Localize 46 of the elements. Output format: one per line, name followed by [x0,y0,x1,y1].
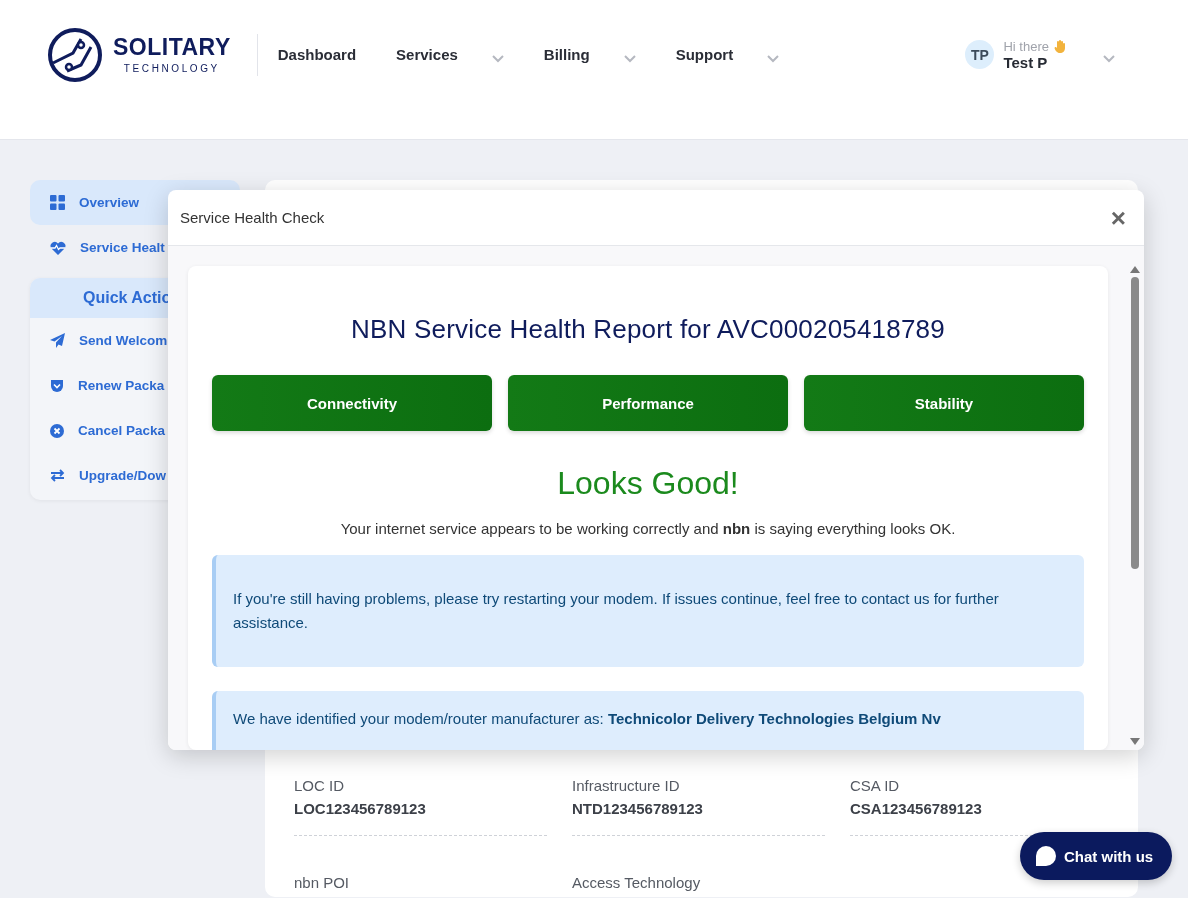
paper-plane-icon [50,333,65,348]
field-label: Access Technology [572,874,702,891]
verdict-heading: Looks Good! [557,465,739,502]
scrollbar-thumb[interactable] [1131,277,1139,569]
chat-button[interactable]: Chat with us [1020,832,1173,880]
chevron-down-icon [623,54,636,63]
nav-link[interactable]: Support [675,46,780,63]
close-button[interactable]: × [1108,204,1128,231]
nav-link[interactable]: Services [396,46,504,63]
summary-text: Your internet service appears to be working correctly and nbn is saying everything looks OK. [340,520,956,537]
user-avatar[interactable]: TP [965,40,995,69]
nav-link[interactable]: Dashboard [277,46,357,63]
swap-arrows-icon [50,469,65,482]
brand-tagline: TECHNOLOGY [123,62,220,74]
quick-action-item[interactable]: Upgrade/Dow [30,453,240,498]
info-alert: If you're still having problems, please try restarting your modem. If issues continue, feel free to contact us for further assistance. [212,555,1084,667]
chevron-down-icon[interactable] [1103,54,1115,63]
heart-pulse-icon [50,240,66,255]
field-label: Infrastructure ID [572,777,681,794]
globe-circuit-logo-icon [47,26,103,83]
chevron-down-icon [767,54,780,63]
field-value: NTD123456789123 [572,800,704,817]
sidebar-item[interactable]: Service Healt [30,225,240,270]
report-title: NBN Service Health Report for AVC000205418789 [351,314,945,345]
brand-name: SOLITARY [113,35,231,59]
scroll-down-icon [1130,738,1140,745]
field-label: nbn POI [294,874,351,891]
nav-link[interactable]: Billing [543,46,636,63]
grid-icon [50,195,65,210]
field-label: CSA ID [850,777,901,794]
check-status-tile: Performance [508,375,788,431]
check-status-tile: Stability [804,375,1084,431]
field-label: LOC ID [294,777,345,794]
info-alert: We have identified your modem/router manufacturer as: Technicolor Delivery Technologies Belgium Nv [212,691,1084,750]
chevron-down-icon [491,54,504,63]
user-name: Test P [1003,53,1049,71]
x-circle-icon [50,423,64,438]
waving-hand-icon [1053,38,1068,54]
check-status-tile: Connectivity [212,375,492,431]
greeting-text: Hi there [1003,38,1049,54]
field-value: CSA123456789123 [850,800,983,817]
quick-action-item[interactable]: Send Welcom [30,318,240,363]
chat-bubble-icon [1036,846,1056,866]
scroll-up-icon [1130,266,1140,273]
field-value: LOC123456789123 [294,800,427,817]
shield-check-icon [50,378,64,393]
